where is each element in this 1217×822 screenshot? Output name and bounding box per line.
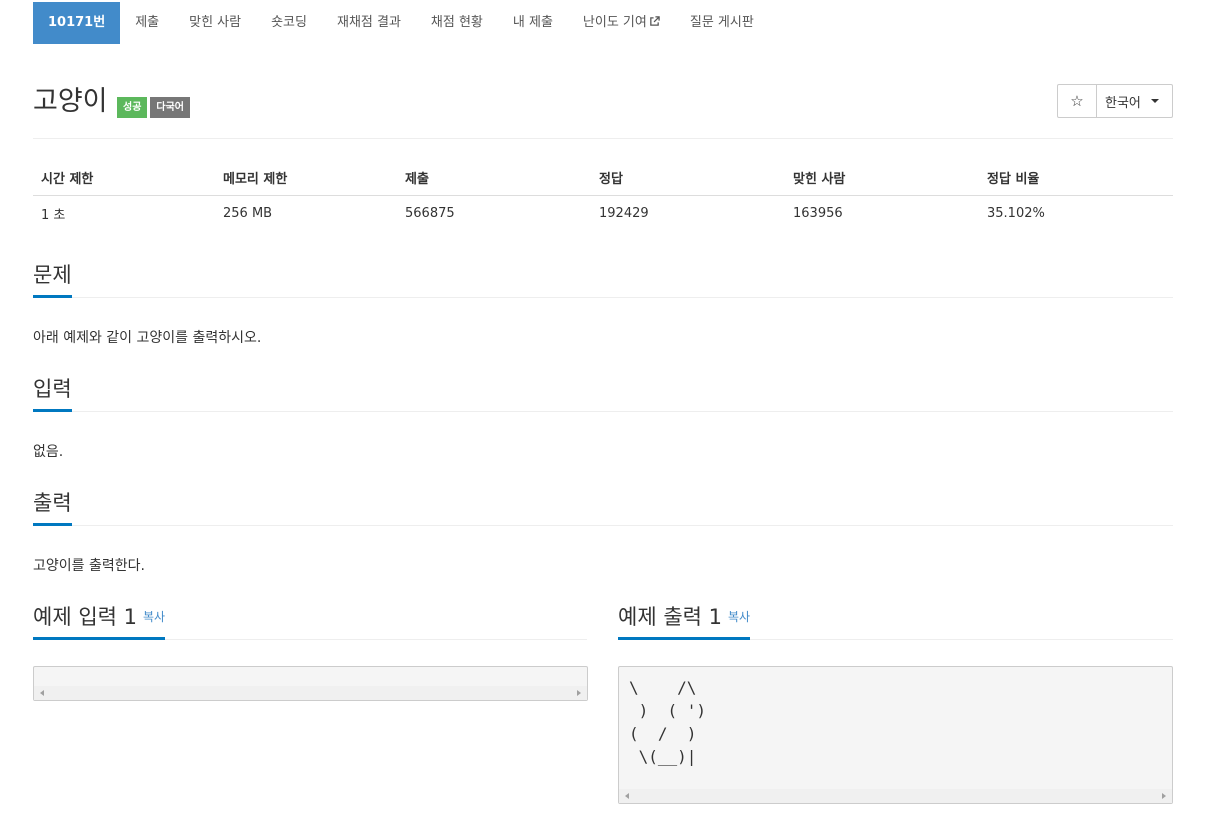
sample-output-title: 예제 출력 1 복사 [618,603,751,640]
copy-sample-input-link[interactable]: 복사 [143,610,165,624]
header-accepted: 정답 [591,160,785,196]
output-text: 고양이를 출력한다. [33,558,145,574]
input-header: 입력 [33,372,1173,412]
scroll-right-icon[interactable] [1162,793,1166,799]
memory-limit-value: 256 MB [223,206,273,222]
horizontal-scrollbar[interactable] [619,789,1172,803]
header-accept-rate: 정답 비율 [979,160,1173,196]
problem-badges: 성공 다국어 [117,97,191,118]
tab-rejudge-results[interactable]: 재채점 결과 [322,2,416,44]
table-header-row: 시간 제한 메모리 제한 제출 정답 맞힌 사람 정답 비율 [33,160,1173,196]
sample-input-title: 예제 입력 1 복사 [33,603,166,640]
sample-output-title-text: 예제 출력 1 [618,605,722,629]
input-title: 입력 [33,375,72,412]
tab-problem-number[interactable]: 10171번 [33,2,121,44]
tab-solvers[interactable]: 맞힌 사람 [174,2,256,44]
tab-my-submissions[interactable]: 내 제출 [498,2,568,44]
sample-input-title-text: 예제 입력 1 [33,605,137,629]
output-header: 출력 [33,486,1173,526]
tab-label: 재채점 결과 [336,15,401,30]
star-icon: ☆ [1070,92,1084,110]
accepted-value: 192429 [599,206,649,222]
divider [33,138,1173,139]
sample-input-box[interactable] [33,666,588,701]
accept-rate-value: 35.102% [987,206,1045,222]
horizontal-scrollbar[interactable] [34,686,587,700]
tab-label: 채점 현황 [430,15,483,30]
language-dropdown[interactable]: 한국어 [1097,85,1172,117]
solvers-value: 163956 [793,206,843,222]
language-label: 한국어 [1105,95,1141,111]
header-solvers: 맞힌 사람 [785,160,979,196]
problem-page: 10171번 제출 맞힌 사람 숏코딩 재채점 결과 채점 현황 내 제출 난이… [0,0,1217,822]
header-memory-limit: 메모리 제한 [215,160,397,196]
copy-sample-output-link[interactable]: 복사 [728,610,750,624]
tab-label: 숏코딩 [271,15,307,30]
sample-input-content [34,667,587,676]
sample-input-header: 예제 입력 1 복사 [33,600,587,640]
description-title: 문제 [33,261,72,298]
tab-label: 내 제출 [512,15,553,30]
tab-label: 난이도 기여 [582,15,647,30]
scroll-left-icon[interactable] [40,690,44,696]
header-submissions: 제출 [397,160,591,196]
section-divider [33,297,1173,298]
tab-short-coding[interactable]: 숏코딩 [256,2,322,44]
output-title: 출력 [33,489,72,526]
section-divider [33,411,1173,412]
caret-down-icon [1150,99,1159,103]
tab-question-board[interactable]: 질문 게시판 [675,2,769,44]
page-title: 고양이 [33,86,108,117]
tab-label: 10171번 [48,15,106,30]
scroll-left-icon[interactable] [625,793,629,799]
sample-output-content: \ /\ ) ( ') ( / ) \(__)| [629,678,707,766]
problem-info-table: 시간 제한 메모리 제한 제출 정답 맞힌 사람 정답 비율 1 초 256 M… [33,160,1173,232]
table-row: 1 초 256 MB 566875 192429 163956 35.102% [33,196,1173,232]
header-time-limit: 시간 제한 [33,160,215,196]
multilang-badge: 다국어 [150,97,191,118]
description-header: 문제 [33,258,1173,298]
time-limit-value: 1 초 [41,208,66,224]
problem-nav-tabs: 10171번 제출 맞힌 사람 숏코딩 재채점 결과 채점 현황 내 제출 난이… [33,2,769,44]
external-link-icon [650,16,660,26]
success-badge: 성공 [117,97,148,118]
tab-label: 맞힌 사람 [189,15,242,30]
tab-submit[interactable]: 제출 [120,2,174,44]
tab-difficulty-contribution[interactable]: 난이도 기여 [568,2,675,44]
sample-output-header: 예제 출력 1 복사 [618,600,1173,640]
description-text: 아래 예제와 같이 고양이를 출력하시오. [33,330,262,346]
input-text: 없음. [33,444,64,460]
tab-judge-status[interactable]: 채점 현황 [416,2,498,44]
sample-output-box[interactable]: \ /\ ) ( ') ( / ) \(__)| [618,666,1173,804]
favorite-button[interactable]: ☆ [1058,85,1097,117]
submissions-value: 566875 [405,206,455,222]
tab-label: 제출 [135,15,160,30]
problem-actions: ☆ 한국어 [1057,84,1173,118]
tab-label: 질문 게시판 [689,15,754,30]
section-divider [33,525,1173,526]
problem-header: 고양이 성공 다국어 ☆ 한국어 [33,84,1173,124]
scroll-right-icon[interactable] [577,690,581,696]
